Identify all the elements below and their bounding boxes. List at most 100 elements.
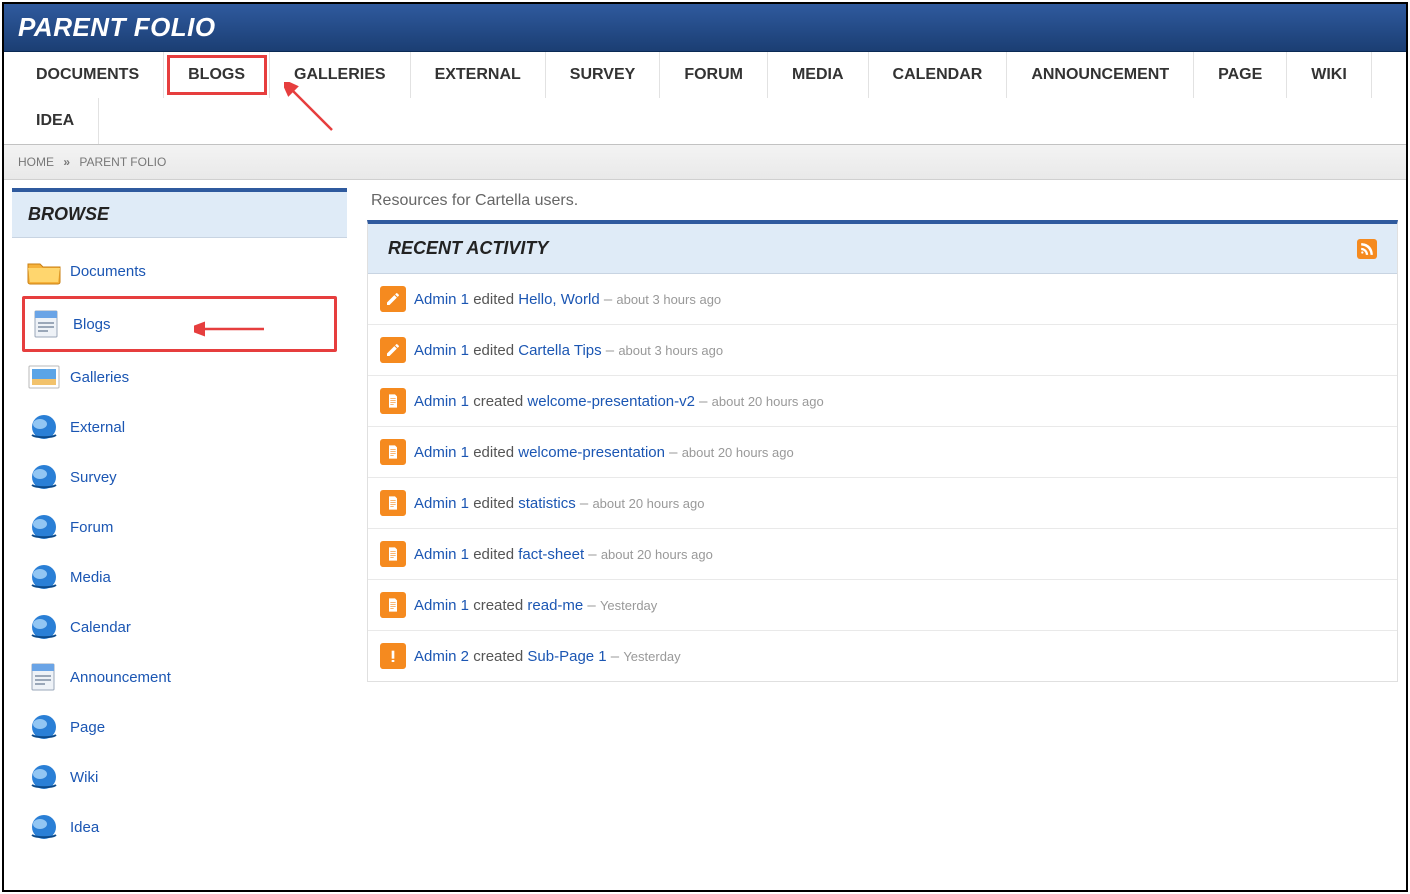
doc-icon — [380, 439, 406, 465]
folder-icon — [26, 256, 62, 286]
activity-user-link[interactable]: Admin 1 — [414, 342, 469, 359]
activity-time: about 20 hours ago — [592, 496, 704, 511]
activity-time: about 20 hours ago — [682, 445, 794, 460]
activity-target-link[interactable]: welcome-presentation — [518, 444, 665, 461]
breadcrumb-home[interactable]: HOME — [18, 155, 54, 169]
activity-target-link[interactable]: Sub-Page 1 — [527, 648, 606, 665]
activity-user-link[interactable]: Admin 1 — [414, 546, 469, 563]
sidebar-item-blogs[interactable]: Blogs — [22, 296, 337, 352]
sidebar-item-label[interactable]: Wiki — [70, 769, 98, 786]
sidebar-item-page[interactable]: Page — [22, 702, 337, 752]
edit-icon — [380, 337, 406, 363]
top-nav: DOCUMENTSBLOGSGALLERIESEXTERNALSURVEYFOR… — [4, 52, 1406, 145]
edit-icon — [380, 286, 406, 312]
sidebar-item-label[interactable]: Forum — [70, 519, 113, 536]
activity-target-link[interactable]: welcome-presentation-v2 — [527, 393, 695, 410]
tab-page[interactable]: PAGE — [1194, 52, 1287, 98]
doc-icon — [380, 490, 406, 516]
activity-time: about 3 hours ago — [616, 292, 721, 307]
sidebar-item-label[interactable]: Calendar — [70, 619, 131, 636]
globe-icon — [26, 562, 62, 592]
tab-blogs[interactable]: BLOGS — [164, 52, 270, 98]
tab-announcement[interactable]: ANNOUNCEMENT — [1007, 52, 1194, 98]
activity-row: Admin 1 edited fact-sheet – about 20 hou… — [368, 529, 1397, 580]
sidebar-item-label[interactable]: Survey — [70, 469, 117, 486]
page-icon — [26, 662, 62, 692]
doc-icon — [380, 592, 406, 618]
activity-time: about 3 hours ago — [618, 343, 723, 358]
activity-row: Admin 1 edited welcome-presentation – ab… — [368, 427, 1397, 478]
activity-row: Admin 1 edited Hello, World – about 3 ho… — [368, 274, 1397, 325]
activity-time: Yesterday — [623, 649, 680, 664]
sidebar-title: BROWSE — [12, 192, 347, 238]
tab-idea[interactable]: IDEA — [12, 98, 99, 144]
sidebar-item-media[interactable]: Media — [22, 552, 337, 602]
sidebar-item-documents[interactable]: Documents — [22, 246, 337, 296]
activity-target-link[interactable]: Cartella Tips — [518, 342, 601, 359]
globe-icon — [26, 462, 62, 492]
tab-forum[interactable]: FORUM — [660, 52, 768, 98]
activity-user-link[interactable]: Admin 1 — [414, 495, 469, 512]
tab-galleries[interactable]: GALLERIES — [270, 52, 411, 98]
sidebar-item-calendar[interactable]: Calendar — [22, 602, 337, 652]
sidebar-item-survey[interactable]: Survey — [22, 452, 337, 502]
main-content: Resources for Cartella users. RECENT ACT… — [367, 188, 1398, 860]
globe-icon — [26, 512, 62, 542]
doc-icon — [380, 388, 406, 414]
tab-calendar[interactable]: CALENDAR — [869, 52, 1008, 98]
activity-user-link[interactable]: Admin 1 — [414, 393, 469, 410]
tab-wiki[interactable]: WIKI — [1287, 52, 1372, 98]
activity-user-link[interactable]: Admin 1 — [414, 444, 469, 461]
sidebar-item-forum[interactable]: Forum — [22, 502, 337, 552]
sidebar-item-external[interactable]: External — [22, 402, 337, 452]
rss-icon[interactable] — [1357, 239, 1377, 259]
breadcrumb: HOME » PARENT FOLIO — [4, 145, 1406, 180]
sidebar-item-label[interactable]: Page — [70, 719, 105, 736]
breadcrumb-sep: » — [63, 155, 70, 169]
activity-user-link[interactable]: Admin 1 — [414, 597, 469, 614]
activity-time: about 20 hours ago — [712, 394, 824, 409]
activity-target-link[interactable]: fact-sheet — [518, 546, 584, 563]
tab-survey[interactable]: SURVEY — [546, 52, 661, 98]
sidebar-item-label[interactable]: External — [70, 419, 125, 436]
sidebar-item-label[interactable]: Documents — [70, 263, 146, 280]
activity-time: Yesterday — [600, 598, 657, 613]
sidebar-item-label[interactable]: Galleries — [70, 369, 129, 386]
sidebar-item-idea[interactable]: Idea — [22, 802, 337, 852]
tab-external[interactable]: EXTERNAL — [411, 52, 546, 98]
activity-row: Admin 1 created welcome-presentation-v2 … — [368, 376, 1397, 427]
sidebar-item-label[interactable]: Announcement — [70, 669, 171, 686]
sidebar-item-wiki[interactable]: Wiki — [22, 752, 337, 802]
activity-user-link[interactable]: Admin 1 — [414, 291, 469, 308]
activity-row: Admin 1 edited Cartella Tips – about 3 h… — [368, 325, 1397, 376]
activity-target-link[interactable]: Hello, World — [518, 291, 599, 308]
activity-row: Admin 1 created read-me – Yesterday — [368, 580, 1397, 631]
activity-row: Admin 1 edited statistics – about 20 hou… — [368, 478, 1397, 529]
alert-icon — [380, 643, 406, 669]
page-header: PARENT FOLIO — [4, 4, 1406, 52]
activity-target-link[interactable]: read-me — [527, 597, 583, 614]
globe-icon — [26, 762, 62, 792]
doc-icon — [380, 541, 406, 567]
sidebar: BROWSE Documents Blogs Galleries External Su… — [12, 188, 347, 860]
picture-icon — [26, 362, 62, 392]
panel-header: RECENT ACTIVITY — [368, 224, 1397, 274]
activity-time: about 20 hours ago — [601, 547, 713, 562]
activity-target-link[interactable]: statistics — [518, 495, 576, 512]
recent-activity-panel: RECENT ACTIVITY Admin 1 edited Hello, Wo… — [367, 220, 1398, 682]
activity-user-link[interactable]: Admin 2 — [414, 648, 469, 665]
globe-icon — [26, 812, 62, 842]
globe-icon — [26, 612, 62, 642]
intro-text: Resources for Cartella users. — [367, 188, 1398, 220]
globe-icon — [26, 412, 62, 442]
tab-media[interactable]: MEDIA — [768, 52, 869, 98]
sidebar-item-announcement[interactable]: Announcement — [22, 652, 337, 702]
sidebar-item-label[interactable]: Media — [70, 569, 111, 586]
tab-documents[interactable]: DOCUMENTS — [12, 52, 164, 98]
sidebar-item-label[interactable]: Idea — [70, 819, 99, 836]
sidebar-item-galleries[interactable]: Galleries — [22, 352, 337, 402]
panel-title: RECENT ACTIVITY — [388, 238, 548, 259]
breadcrumb-current: PARENT FOLIO — [79, 155, 166, 169]
activity-row: Admin 2 created Sub-Page 1 – Yesterday — [368, 631, 1397, 681]
sidebar-item-label[interactable]: Blogs — [73, 316, 111, 333]
